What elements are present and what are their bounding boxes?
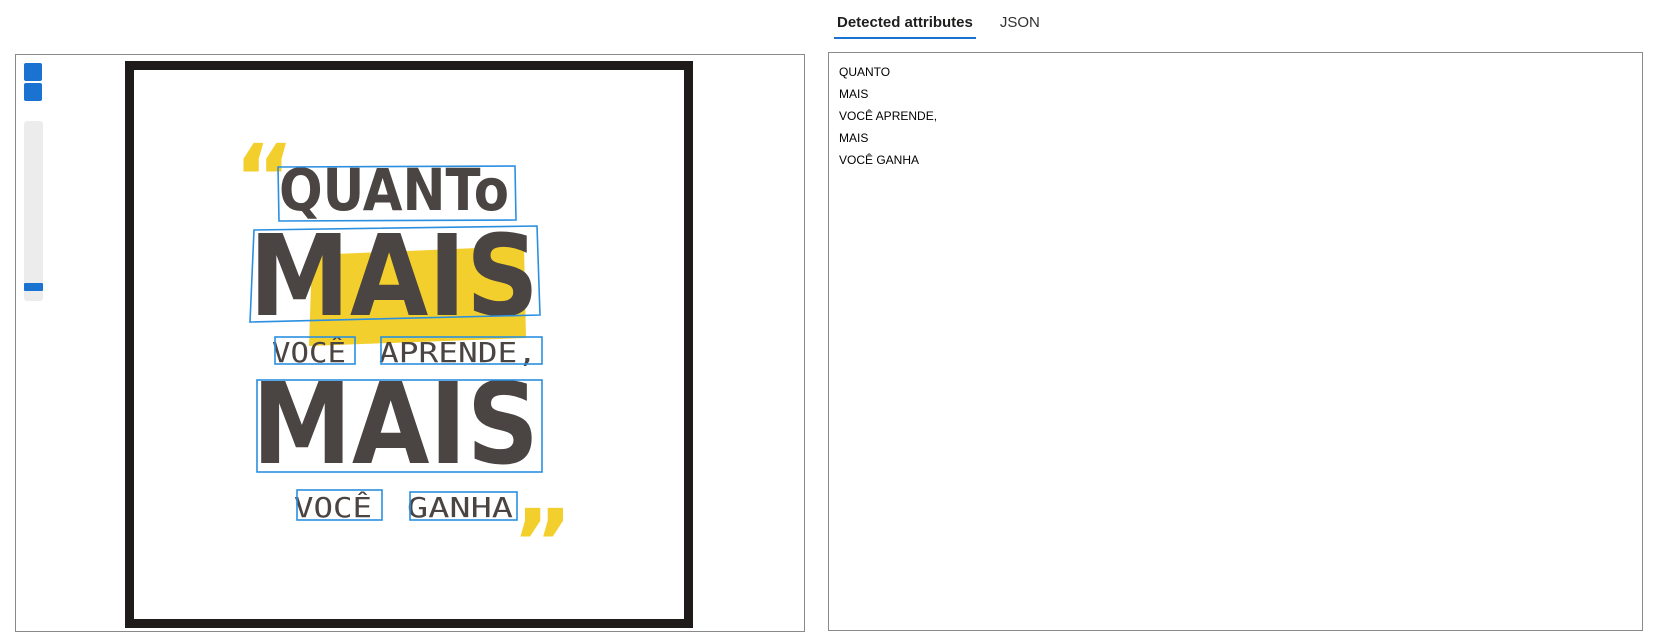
image-viewer[interactable]: “ ” QUANTo MAIS VOCÊ APRENDE, MAIS VOCÊ … <box>15 54 805 632</box>
close-quote-glyph: ” <box>512 490 572 597</box>
analyzed-image-canvas: “ ” QUANTo MAIS VOCÊ APRENDE, MAIS VOCÊ … <box>234 125 572 597</box>
results-tabs: Detected attributes JSON <box>834 10 1064 42</box>
analyzed-image: “ ” QUANTo MAIS VOCÊ APRENDE, MAIS VOCÊ … <box>125 61 693 628</box>
image-word-ganha: GANHA <box>407 491 513 524</box>
detected-line: MAIS <box>839 87 869 101</box>
tab-detected-attributes[interactable]: Detected attributes <box>834 10 976 39</box>
image-word-voce-2: VOCÊ <box>294 490 372 524</box>
detected-line: VOCÊ APRENDE, <box>839 109 938 123</box>
detected-lines-list: QUANTO MAIS VOCÊ APRENDE, MAIS VOCÊ GANH… <box>839 61 1632 171</box>
zoom-out-button[interactable] <box>24 83 42 101</box>
zoom-slider-thumb[interactable] <box>24 283 43 291</box>
detected-line: VOCÊ GANHA <box>839 153 920 167</box>
detected-line: QUANTO <box>839 65 891 79</box>
zoom-in-button[interactable] <box>24 63 42 81</box>
detected-attributes-panel: QUANTO MAIS VOCÊ APRENDE, MAIS VOCÊ GANH… <box>828 52 1643 631</box>
image-word-mais-1: MAIS <box>249 212 539 342</box>
tab-json[interactable]: JSON <box>997 10 1043 39</box>
detected-line: MAIS <box>839 131 869 145</box>
zoom-slider[interactable] <box>24 121 43 301</box>
